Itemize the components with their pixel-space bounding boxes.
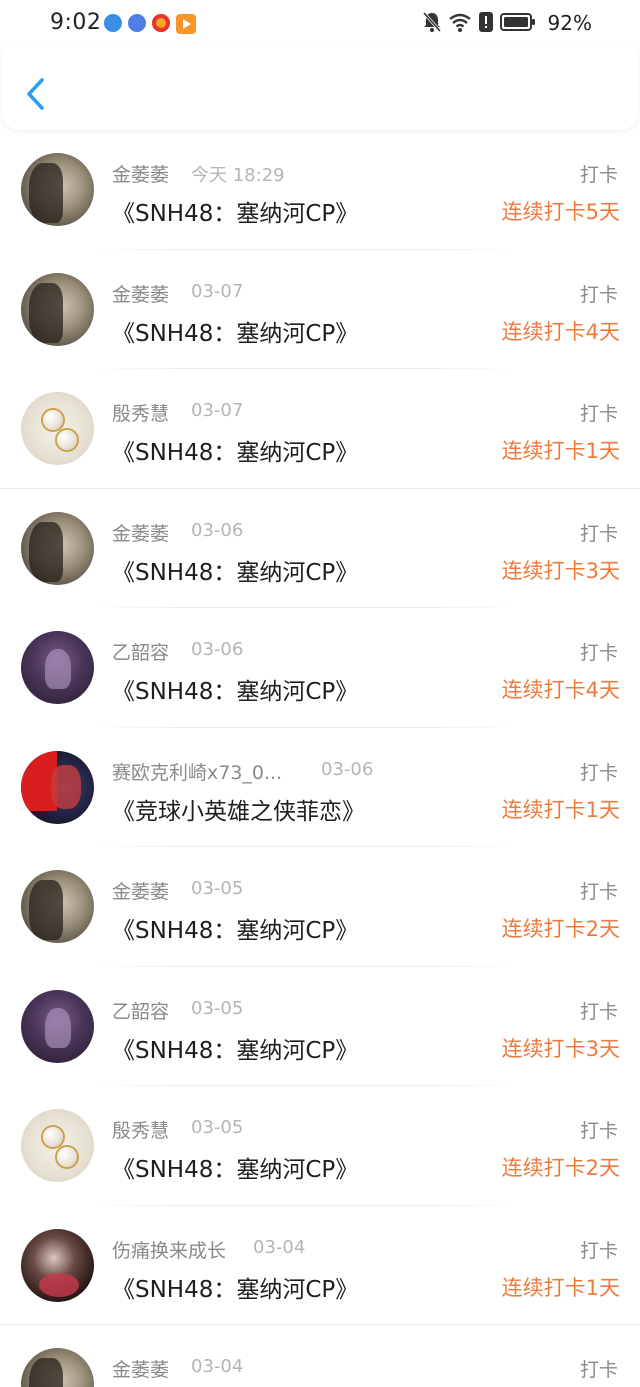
topic-title[interactable]: 《SNH48：塞纳河CP》 [112,553,358,587]
list-item[interactable]: 伤痛换来成长 03-04 《SNH48：塞纳河CP》 打卡 连续打卡1天 [0,1206,640,1325]
avatar[interactable] [21,272,94,346]
streak-label: 连续打卡3天 [501,1036,620,1061]
checkin-label: 打卡 [579,881,618,903]
wifi-icon [449,13,471,32]
topic-title[interactable]: 《SNH48：塞纳河CP》 [112,1270,358,1304]
streak-label: 连续打卡5天 [501,200,620,224]
post-date: 03-06 [321,758,374,780]
avatar[interactable] [21,1228,94,1302]
post-date: 03-06 [191,639,244,660]
video-icon [176,14,196,34]
battery-percent: 92% [547,11,592,35]
streak-label: 连续打卡4天 [501,678,620,702]
user-name[interactable]: 乙韶容 [112,997,169,1024]
post-date: 03-06 [191,519,244,541]
status-bar: 9:02 92% [0,0,640,48]
list-item[interactable]: 金萎萎 03-06 《SNH48：塞纳河CP》 打卡 连续打卡3天 [0,489,640,608]
topic-title[interactable]: 《SNH48：塞纳河CP》 [112,911,358,945]
user-name[interactable]: 殷秀慧 [112,399,169,426]
user-name[interactable]: 赛欧克利崎x73_0... [112,758,282,785]
avatar[interactable] [21,631,94,704]
list-item[interactable]: 金萎萎 今天 18:29 《SNH48：塞纳河CP》 打卡 连续打卡5天 [0,130,640,250]
topic-title[interactable]: 《竞球小英雄之侠菲恋》 [112,792,365,826]
list-item[interactable]: 乙韶容 03-05 《SNH48：塞纳河CP》 打卡 连续打卡3天 [0,967,640,1086]
list-item[interactable]: 金萎萎 03-05 《SNH48：塞纳河CP》 打卡 连续打卡2天 [0,847,640,967]
topic-title[interactable]: 《SNH48：塞纳河CP》 [112,433,358,467]
list-item[interactable]: 殷秀慧 03-05 《SNH48：塞纳河CP》 打卡 连续打卡2天 [0,1086,640,1206]
avatar[interactable] [21,750,94,824]
post-date: 03-04 [253,1236,306,1258]
music-icon [128,14,146,32]
user-name[interactable]: 金萎萎 [112,280,169,307]
user-name[interactable]: 金萎萎 [112,160,169,187]
checkin-label: 打卡 [579,1239,618,1262]
checkin-label: 打卡 [579,283,618,306]
streak-label: 连续打卡1天 [501,797,620,822]
checkin-label: 打卡 [579,522,618,545]
chevron-left-icon [27,78,44,110]
topic-title[interactable]: 《SNH48：塞纳河CP》 [112,194,358,228]
avatar[interactable] [21,392,94,465]
streak-label: 连续打卡2天 [501,917,620,941]
system-icons [422,11,536,33]
list-item[interactable]: 金萎萎 03-07 《SNH48：塞纳河CP》 打卡 连续打卡4天 [0,250,640,369]
checkin-label: 打卡 [579,403,618,425]
user-name[interactable]: 伤痛换来成长 [112,1236,226,1263]
topic-title[interactable]: 《SNH48：塞纳河CP》 [112,314,358,348]
status-time: 9:02 [50,10,102,35]
topic-title[interactable]: 《SNH48：塞纳河CP》 [112,1031,358,1065]
weibo-icon [152,14,170,32]
user-name[interactable]: 金萎萎 [112,877,169,904]
checkin-list: 金萎萎 今天 18:29 《SNH48：塞纳河CP》 打卡 连续打卡5天 金萎萎… [0,130,640,1387]
list-item[interactable]: 乙韶容 03-06 《SNH48：塞纳河CP》 打卡 连续打卡4天 [0,608,640,728]
streak-label: 连续打卡1天 [501,439,620,463]
post-date: 03-07 [191,280,244,302]
post-date: 03-05 [191,878,244,899]
post-date: 03-05 [191,997,244,1019]
checkin-label: 打卡 [579,1120,618,1142]
post-date: 03-07 [191,400,244,421]
avatar[interactable] [21,989,94,1063]
checkin-label: 打卡 [579,1000,618,1023]
checkin-label: 打卡 [579,642,618,664]
avatar[interactable] [21,511,94,585]
user-name[interactable]: 金萎萎 [112,1355,169,1382]
streak-label: 连续打卡4天 [501,319,620,344]
topic-title[interactable]: 《SNH48：塞纳河CP》 [112,672,358,706]
top-nav-bar [2,48,638,130]
telegram-icon [104,14,122,32]
avatar[interactable] [21,870,94,943]
user-name[interactable]: 殷秀慧 [112,1116,169,1143]
streak-label: 连续打卡3天 [501,558,620,583]
alert-icon [479,12,493,32]
post-date: 03-04 [191,1356,244,1377]
avatar[interactable] [21,153,94,226]
list-item[interactable]: 殷秀慧 03-07 《SNH48：塞纳河CP》 打卡 连续打卡1天 [0,369,640,489]
status-app-icons [104,14,196,34]
checkin-label: 打卡 [579,1359,618,1381]
streak-label: 连续打卡1天 [501,1275,620,1300]
user-name[interactable]: 金萎萎 [112,519,169,546]
avatar[interactable] [21,1109,94,1182]
streak-label: 连续打卡2天 [501,1156,620,1180]
checkin-label: 打卡 [579,761,618,784]
avatar[interactable] [21,1348,94,1387]
mute-icon [422,12,442,32]
topic-title[interactable]: 《SNH48：塞纳河CP》 [112,1150,358,1184]
back-button[interactable] [24,76,48,112]
post-date: 03-05 [191,1117,244,1138]
list-item[interactable]: 金萎萎 03-04 打卡 [0,1325,640,1387]
list-item[interactable]: 赛欧克利崎x73_0... 03-06 《竞球小英雄之侠菲恋》 打卡 连续打卡1… [0,728,640,847]
battery-icon [500,13,535,31]
post-date: 今天 18:29 [191,165,285,186]
user-name[interactable]: 乙韶容 [112,638,169,665]
checkin-label: 打卡 [579,164,618,186]
